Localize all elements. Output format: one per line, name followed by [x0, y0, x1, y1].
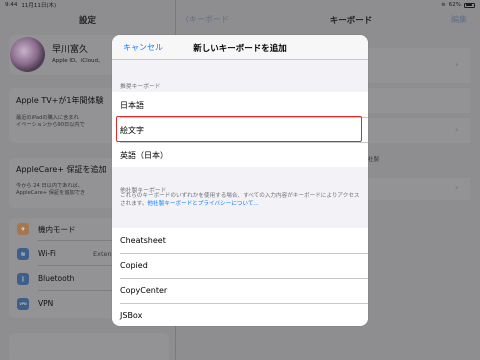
settings-row-label: VPN	[38, 299, 54, 308]
status-right: ≋ 62%	[441, 2, 475, 8]
chevron-right-icon: ›	[455, 60, 459, 69]
applecare-title: AppleCare+ 保証を追加	[16, 165, 107, 174]
settings-row-label: Bluetooth	[38, 274, 75, 283]
battery-icon	[464, 2, 475, 8]
status-time: 9:44	[5, 2, 18, 8]
settings-title: 設定	[78, 16, 96, 26]
thirdparty-keyboard-list: Cheatsheet Copied CopyCenter JSBox	[112, 228, 368, 326]
thirdparty-keyboard-label: Cheatsheet	[120, 236, 166, 245]
status-date: 11月11日(木)	[21, 3, 57, 9]
thirdparty-keyboard-label: JSBox	[120, 311, 143, 320]
profile-name: 早川富久	[52, 45, 89, 55]
settings-row-label: 機内モード	[38, 225, 76, 234]
cancel-button[interactable]: キャンセル	[123, 42, 163, 53]
suggested-keyboard-label: 絵文字	[120, 126, 144, 135]
detail-row[interactable]	[360, 118, 470, 143]
settings-row-label: Wi-Fi	[38, 249, 56, 258]
bluetooth-icon: ᛒ	[17, 273, 29, 285]
suggested-keyboard-item[interactable]: 絵文字	[112, 117, 368, 142]
detail-title: キーボード	[329, 16, 373, 26]
wifi-status-icon: ≋	[441, 2, 446, 8]
suggested-keyboard-label: 英語（日本）	[120, 151, 168, 160]
thirdparty-keyboard-label: CopyCenter	[120, 286, 168, 295]
appletv-title: Apple TV+が1年間体験	[16, 96, 104, 105]
suggested-keyboard-item[interactable]: 日本語	[112, 92, 368, 117]
detail-footnote: 社製	[368, 157, 380, 163]
detail-row[interactable]	[360, 48, 470, 83]
thirdparty-keyboard-item[interactable]: Copied	[112, 253, 368, 278]
privacy-link[interactable]: 他社製キーボードとプライバシーについて...	[147, 201, 258, 207]
suggested-section-header: 推奨キーボード	[120, 84, 161, 90]
thirdparty-description: これらのキーボードのいずれかを使用する場合、すべての入力内容がキーボードによりア…	[120, 193, 360, 208]
battery-percent: 62%	[448, 2, 461, 8]
thirdparty-keyboard-item[interactable]: Cheatsheet	[112, 228, 368, 253]
avatar	[10, 37, 45, 72]
chevron-right-icon: ›	[455, 125, 459, 134]
suggested-keyboard-item[interactable]: 英語（日本）	[112, 142, 368, 167]
suggested-keyboard-list: 日本語絵文字英語（日本）	[112, 92, 368, 167]
sheet-header: 新しいキーボードを追加 キャンセル	[112, 35, 368, 60]
chevron-left-icon: 〈	[181, 15, 189, 24]
detail-row[interactable]	[360, 88, 470, 113]
back-button[interactable]: 〈キーボード	[181, 14, 229, 25]
wifi-icon: ≋	[17, 248, 29, 260]
chevron-right-icon: ›	[455, 183, 459, 192]
thirdparty-keyboard-item[interactable]: CopyCenter	[112, 278, 368, 303]
back-label: キーボード	[189, 15, 229, 24]
profile-subtitle: Apple ID、iCloud、	[52, 58, 104, 64]
edit-button[interactable]: 編集	[451, 14, 467, 25]
suggested-keyboard-label: 日本語	[120, 101, 144, 110]
vpn-icon: VPN	[17, 298, 29, 310]
add-keyboard-sheet: 新しいキーボードを追加 キャンセル 推奨キーボード 日本語絵文字英語（日本） 他…	[112, 35, 368, 326]
notifications-group	[9, 333, 169, 360]
status-bar: 9:44 11月11日(木) ≋ 62%	[0, 0, 480, 10]
detail-row[interactable]	[360, 178, 470, 200]
thirdparty-keyboard-label: Copied	[120, 261, 148, 270]
airplane-icon: ✈	[17, 223, 29, 235]
thirdparty-keyboard-item[interactable]: JSBox	[112, 303, 368, 326]
